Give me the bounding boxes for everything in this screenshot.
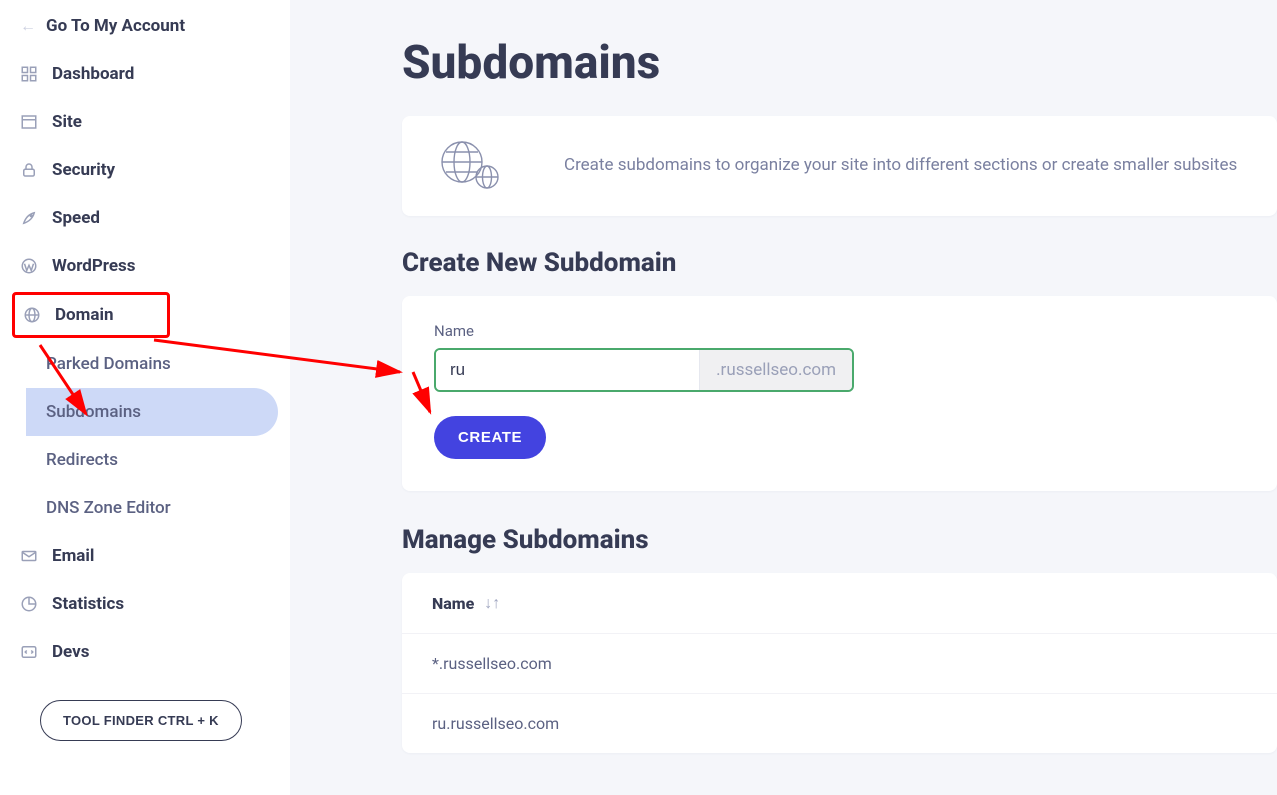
nav-devs[interactable]: Devs — [0, 628, 290, 676]
code-icon — [20, 643, 38, 661]
subnav-redirects[interactable]: Redirects — [26, 436, 290, 484]
globe-icon — [23, 306, 41, 324]
nav-wordpress-label: WordPress — [52, 256, 136, 276]
nav-domain[interactable]: Domain — [12, 292, 170, 338]
subdomain-name-input[interactable] — [436, 350, 699, 390]
nav-wordpress[interactable]: WordPress — [0, 242, 290, 290]
create-section-title: Create New Subdomain — [402, 248, 1277, 278]
nav-domain-label: Domain — [55, 305, 114, 325]
nav-site[interactable]: Site — [0, 98, 290, 146]
table-row[interactable]: *.russellseo.com — [402, 634, 1277, 694]
nav-speed[interactable]: Speed — [0, 194, 290, 242]
create-subdomain-card: Name .russellseo.com CREATE — [402, 296, 1277, 491]
subnav-parked-domains[interactable]: Parked Domains — [26, 340, 290, 388]
site-icon — [20, 113, 38, 131]
tool-finder-button[interactable]: TOOL FINDER CTRL + K — [40, 700, 242, 741]
info-card: Create subdomains to organize your site … — [402, 116, 1277, 216]
main-content: Subdomains Create subdomains to organize — [290, 0, 1277, 795]
go-to-account-link[interactable]: ← Go To My Account — [0, 10, 290, 50]
name-input-group: .russellseo.com — [434, 348, 854, 392]
nav-email[interactable]: Email — [0, 532, 290, 580]
manage-subdomains-table: Name ↓↑ *.russellseo.com ru.russellseo.c… — [402, 573, 1277, 753]
nav-speed-label: Speed — [52, 208, 100, 228]
lock-icon — [20, 161, 38, 179]
column-name-header[interactable]: Name — [432, 594, 474, 613]
info-text: Create subdomains to organize your site … — [564, 153, 1237, 179]
domain-suffix-label: .russellseo.com — [699, 350, 852, 390]
go-to-account-label: Go To My Account — [46, 16, 185, 36]
wordpress-icon — [20, 257, 38, 275]
page-title: Subdomains — [402, 36, 1277, 90]
piechart-icon — [20, 595, 38, 613]
create-button[interactable]: CREATE — [434, 416, 546, 459]
table-header: Name ↓↑ — [402, 573, 1277, 634]
nav-security-label: Security — [52, 160, 115, 180]
subdomains-illustration-icon — [438, 138, 504, 194]
nav-site-label: Site — [52, 112, 82, 132]
subnav-subdomains[interactable]: Subdomains — [26, 388, 278, 436]
sidebar: ← Go To My Account Dashboard Site Securi… — [0, 0, 290, 795]
nav-statistics[interactable]: Statistics — [0, 580, 290, 628]
nav-security[interactable]: Security — [0, 146, 290, 194]
back-arrow-icon: ← — [20, 16, 36, 36]
nav-statistics-label: Statistics — [52, 594, 124, 614]
manage-section-title: Manage Subdomains — [402, 525, 1277, 555]
nav-dashboard[interactable]: Dashboard — [0, 50, 290, 98]
name-field-label: Name — [434, 322, 1245, 340]
rocket-icon — [20, 209, 38, 227]
nav-email-label: Email — [52, 546, 94, 566]
nav-devs-label: Devs — [52, 642, 89, 662]
sort-icon[interactable]: ↓↑ — [484, 593, 500, 613]
domain-subnav: Parked Domains Subdomains Redirects DNS … — [0, 340, 290, 532]
subnav-dns-zone-editor[interactable]: DNS Zone Editor — [26, 484, 290, 532]
dashboard-icon — [20, 65, 38, 83]
table-row[interactable]: ru.russellseo.com — [402, 694, 1277, 753]
nav-dashboard-label: Dashboard — [52, 64, 134, 84]
envelope-icon — [20, 547, 38, 565]
